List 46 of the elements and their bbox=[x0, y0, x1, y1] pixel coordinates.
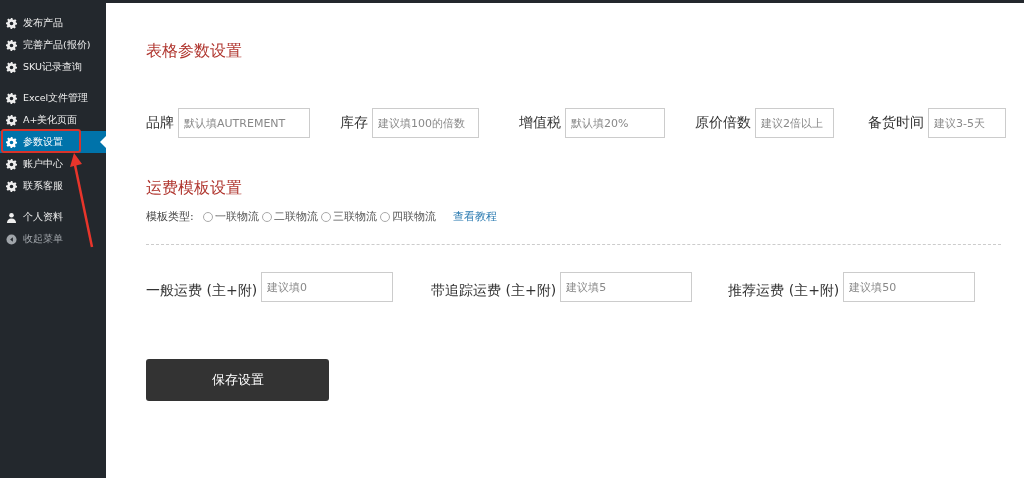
section-title: 表格参数设置 bbox=[146, 41, 243, 62]
gear-icon bbox=[6, 61, 17, 73]
sidebar-item[interactable]: Excel文件管理 bbox=[0, 87, 106, 109]
field-label: 品牌 bbox=[146, 114, 174, 132]
text-field[interactable]: 默认填20% bbox=[565, 108, 665, 138]
radio-option[interactable]: 三联物流 bbox=[320, 209, 377, 224]
sidebar-item[interactable]: 账户中心 bbox=[0, 153, 106, 175]
gear-icon bbox=[6, 39, 17, 51]
section-title: 运费模板设置 bbox=[146, 178, 243, 199]
text-field[interactable]: 建议填50 bbox=[843, 272, 976, 302]
save-button[interactable]: 保存设置 bbox=[146, 359, 329, 401]
gear-icon bbox=[6, 180, 17, 192]
text-field[interactable]: 建议填5 bbox=[560, 272, 693, 302]
tutorial-link[interactable]: 查看教程 bbox=[452, 209, 497, 224]
sidebar-item[interactable]: 发布产品 bbox=[0, 12, 106, 34]
field-label: 库存 bbox=[340, 114, 368, 132]
sidebar-item[interactable]: 收起菜单 bbox=[0, 228, 106, 250]
collapse-icon bbox=[6, 233, 17, 245]
field-label: 一般运费 (主+附) bbox=[146, 282, 258, 300]
sidebar-item[interactable]: 联系客服 bbox=[0, 175, 106, 197]
sidebar-item[interactable]: 个人资料 bbox=[0, 206, 106, 228]
template-label: 模板类型: bbox=[146, 209, 194, 224]
radio-option[interactable]: 二联物流 bbox=[261, 209, 318, 224]
sidebar-item[interactable]: A+美化页面 bbox=[0, 109, 106, 131]
gear-icon bbox=[6, 114, 17, 126]
gear-icon bbox=[6, 17, 17, 29]
person-icon bbox=[6, 211, 17, 223]
text-field[interactable]: 默认填AUTREMENT bbox=[178, 108, 310, 138]
sidebar-item[interactable]: 参数设置 bbox=[0, 131, 106, 153]
text-field[interactable]: 建议填0 bbox=[261, 272, 394, 302]
radio-option[interactable]: 一联物流 bbox=[202, 209, 259, 224]
field-label: 增值税 bbox=[519, 114, 561, 132]
sidebar-item[interactable]: 完善产品(报价) bbox=[0, 34, 106, 56]
gear-icon bbox=[6, 158, 17, 170]
field-label: 推荐运费 (主+附) bbox=[728, 282, 840, 300]
sidebar-item[interactable]: SKU记录查询 bbox=[0, 56, 106, 78]
field-label: 原价倍数 bbox=[695, 114, 751, 132]
field-label: 备货时间 bbox=[868, 114, 924, 132]
pointer-icon bbox=[100, 136, 106, 148]
text-field[interactable]: 建议填100的倍数 bbox=[372, 108, 479, 138]
text-field[interactable]: 建议3-5天 bbox=[928, 108, 1006, 138]
gear-icon bbox=[6, 92, 17, 104]
gear-icon bbox=[6, 136, 17, 148]
text-field[interactable]: 建议2倍以上 bbox=[755, 108, 834, 138]
field-label: 带追踪运费 (主+附) bbox=[431, 282, 557, 300]
radio-option[interactable]: 四联物流 bbox=[379, 209, 436, 224]
